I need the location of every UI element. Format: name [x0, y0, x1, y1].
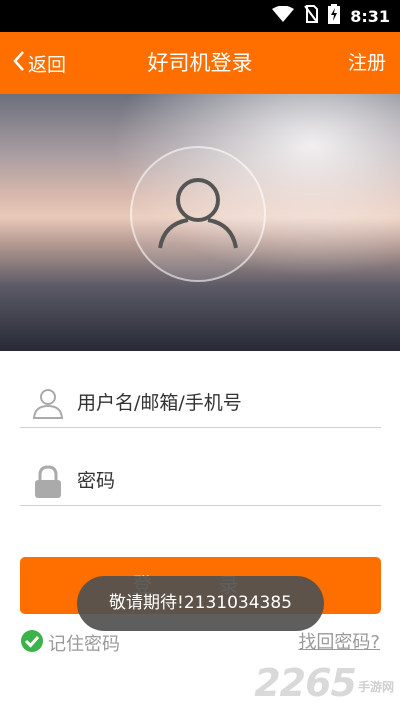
page-title: 好司机登录 — [147, 51, 253, 75]
app-header: 返回 好司机登录 注册 — [0, 32, 400, 94]
lock-icon — [32, 465, 64, 503]
register-button[interactable]: 注册 — [348, 32, 386, 94]
check-circle-icon — [20, 629, 44, 658]
remember-label: 记住密码 — [48, 634, 120, 655]
watermark-logo: 2265 — [254, 661, 357, 705]
watermark-site: 手游网 — [357, 680, 394, 694]
forgot-password-link[interactable]: 找回密码? — [298, 630, 380, 656]
battery-charging-icon — [328, 4, 341, 28]
site-watermark: 2265 手游网 — [254, 659, 394, 705]
clock: 8:31 — [350, 6, 390, 26]
username-input[interactable] — [75, 385, 374, 421]
username-field — [20, 377, 381, 428]
password-field — [20, 455, 381, 506]
remember-password-checkbox[interactable]: 记住密码 — [20, 629, 120, 658]
user-icon — [158, 178, 238, 249]
no-sim-icon — [304, 5, 319, 27]
user-outline-icon — [32, 387, 64, 423]
wifi-icon — [272, 5, 295, 26]
status-bar: 8:31 — [0, 0, 400, 32]
password-input[interactable] — [75, 463, 374, 499]
avatar[interactable] — [130, 146, 266, 282]
toast-message: 敬请期待!2131034385 — [77, 576, 324, 631]
